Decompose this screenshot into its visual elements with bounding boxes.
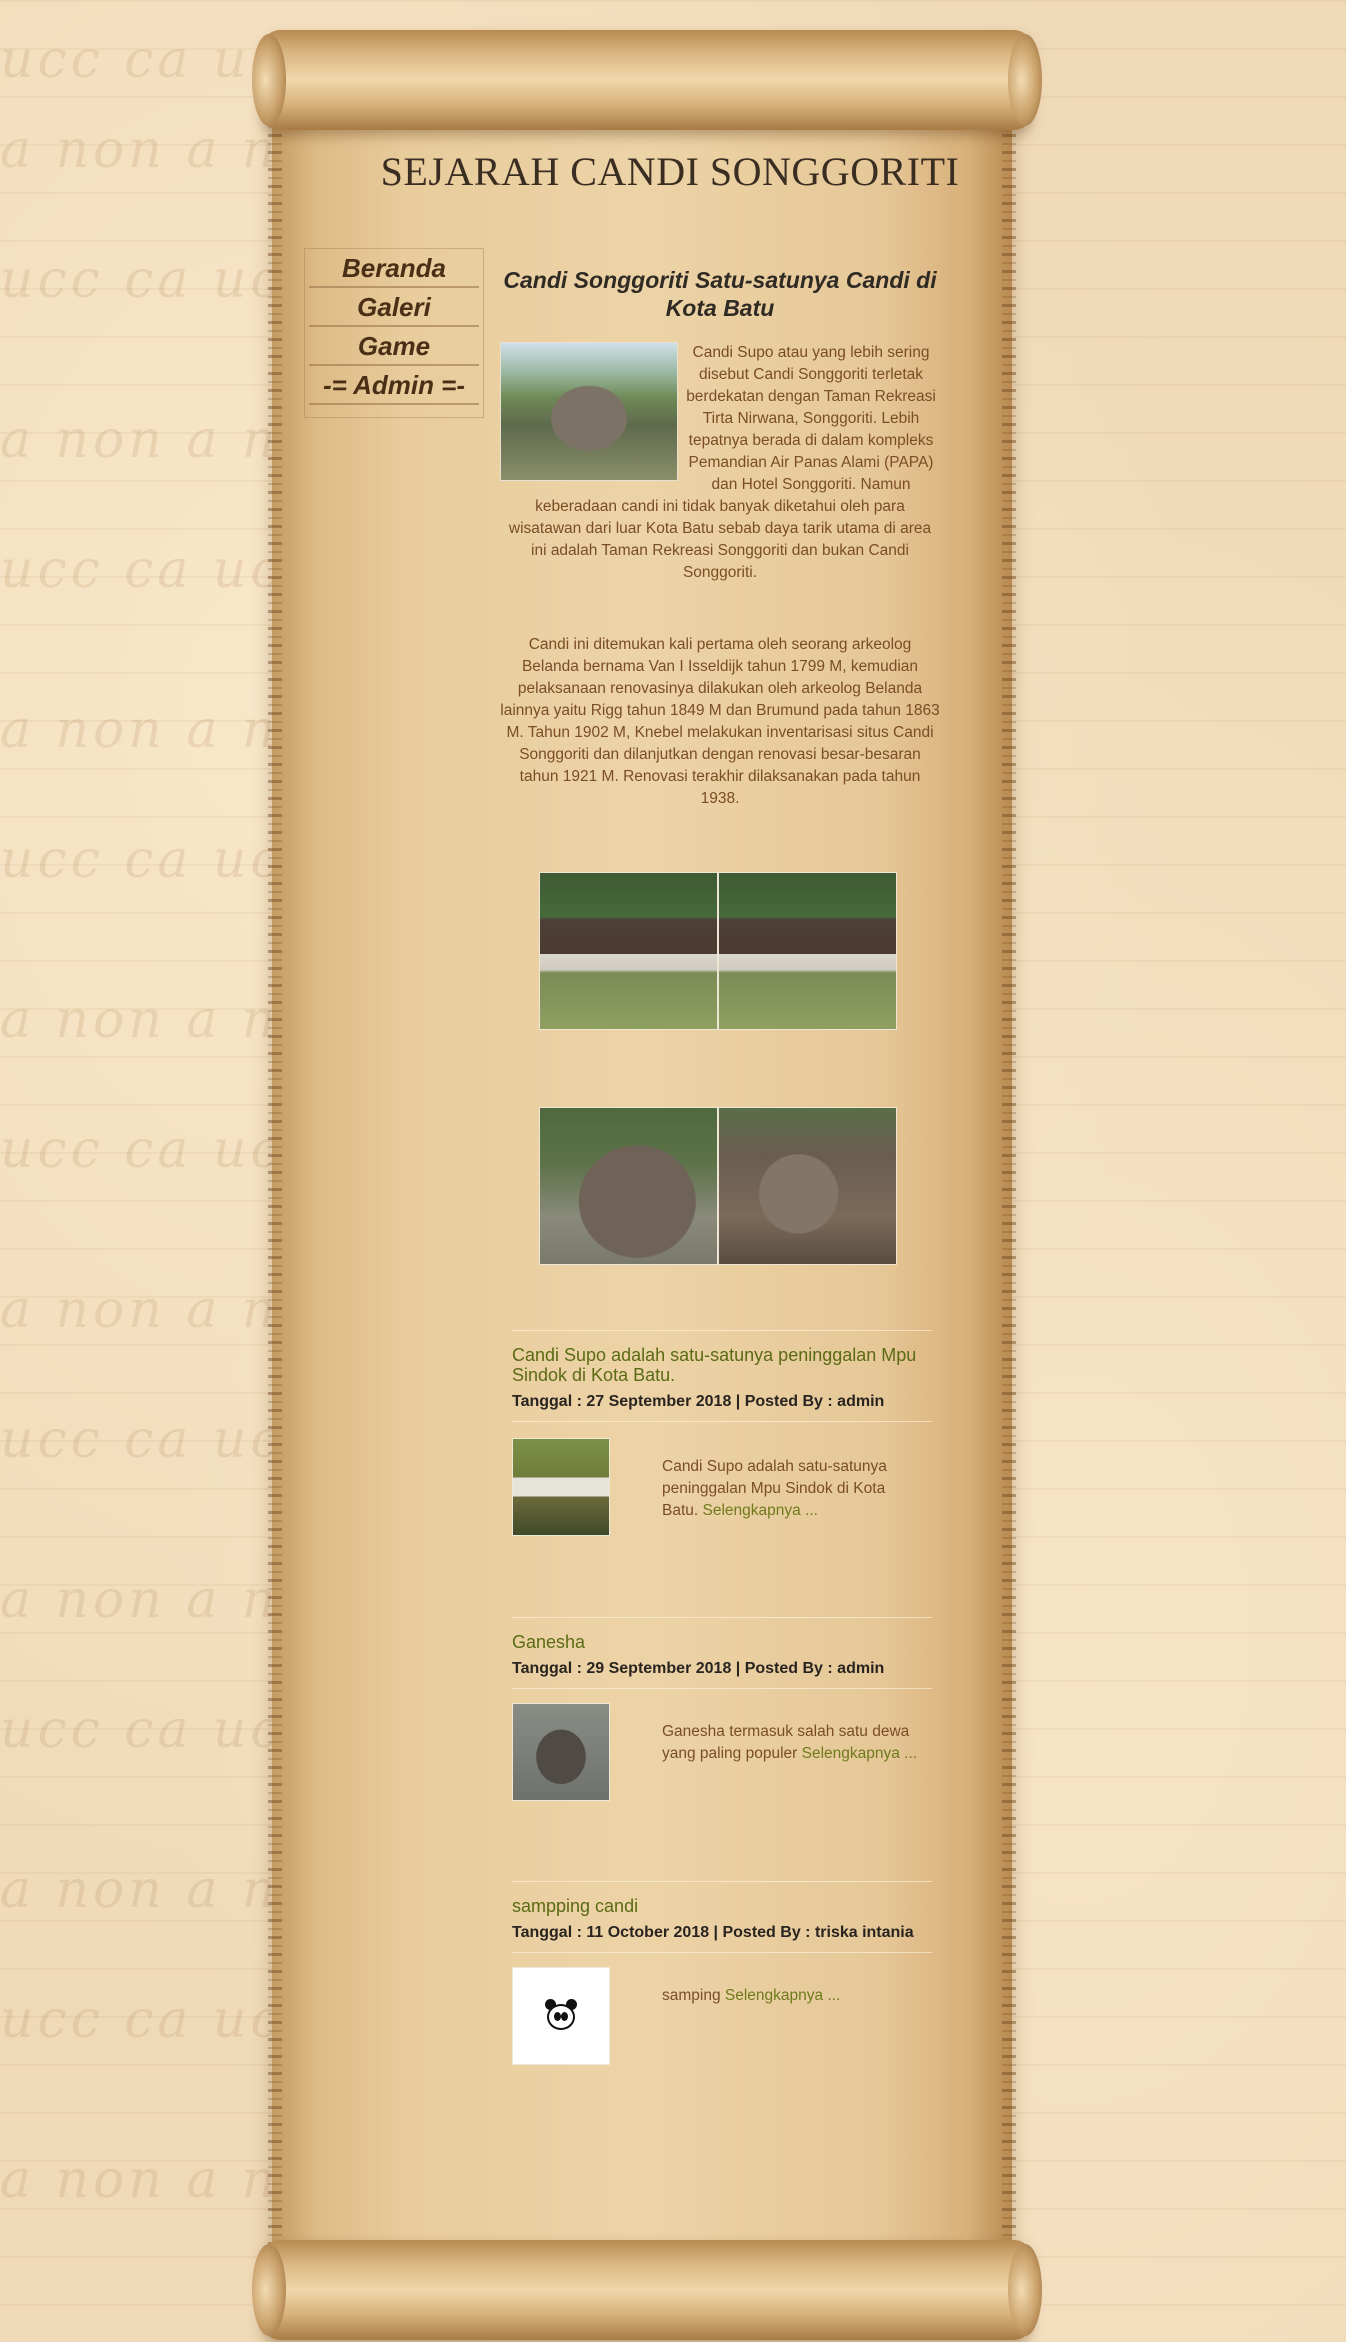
post-divider: [512, 1881, 932, 1882]
article-title: Candi Songgoriti Satu-satunya Candi di K…: [503, 267, 937, 321]
nav-beranda[interactable]: Beranda: [309, 249, 479, 288]
scroll-roll-end: [252, 2244, 286, 2336]
post-thumbnail[interactable]: [512, 1438, 610, 1536]
gallery-image[interactable]: [539, 872, 718, 1030]
post-item: sampping candi Tanggal : 11 October 2018…: [512, 1881, 932, 2065]
scroll-roll-end: [1008, 2244, 1042, 2336]
post-divider: [512, 1330, 932, 1331]
post-meta: Tanggal : 29 September 2018 | Posted By …: [512, 1660, 932, 1689]
scroll-roll-end: [252, 34, 286, 126]
post-meta: Tanggal : 11 October 2018 | Posted By : …: [512, 1924, 932, 1953]
article-paragraph-2: Candi ini ditemukan kali pertama oleh se…: [500, 636, 940, 807]
main-nav: Beranda Galeri Game -= Admin =-: [304, 248, 484, 418]
panda-icon: [544, 1999, 578, 2033]
post-excerpt: samping Selengkapnya ...: [662, 1985, 922, 2007]
gallery-image[interactable]: [718, 872, 897, 1030]
post-meta: Tanggal : 27 September 2018 | Posted By …: [512, 1393, 932, 1422]
read-more-link[interactable]: Selengkapnya ...: [703, 1502, 818, 1519]
post-excerpt: Candi Supo adalah satu-satunya peninggal…: [662, 1456, 922, 1522]
post-divider: [512, 1617, 932, 1618]
post-title-link[interactable]: sampping candi: [512, 1896, 932, 1916]
scroll-roll-end: [1008, 34, 1042, 126]
post-excerpt: Ganesha termasuk salah satu dewa yang pa…: [662, 1721, 922, 1765]
post-excerpt-text: samping: [662, 1987, 721, 2004]
main-article: Candi Songgoriti Satu-satunya Candi di K…: [500, 266, 940, 810]
nav-admin[interactable]: -= Admin =-: [309, 366, 479, 405]
post-thumbnail[interactable]: [512, 1967, 610, 2065]
post-item: Ganesha Tanggal : 29 September 2018 | Po…: [512, 1617, 932, 1801]
scroll-bottom-roll: [252, 2240, 1042, 2340]
nav-galeri[interactable]: Galeri: [309, 288, 479, 327]
read-more-link[interactable]: Selengkapnya ...: [802, 1745, 917, 1762]
post-title-link[interactable]: Candi Supo adalah satu-satunya peninggal…: [512, 1345, 932, 1385]
site-title: SEJARAH CANDI SONGGORITI: [380, 149, 960, 194]
post-thumbnail[interactable]: [512, 1703, 610, 1801]
article-image: [500, 342, 678, 481]
read-more-link[interactable]: Selengkapnya ...: [725, 1987, 840, 2004]
post-item: Candi Supo adalah satu-satunya peninggal…: [512, 1330, 932, 1536]
gallery-image[interactable]: [718, 1107, 897, 1265]
post-title-link[interactable]: Ganesha: [512, 1632, 932, 1652]
nav-game[interactable]: Game: [309, 327, 479, 366]
gallery-image[interactable]: [539, 1107, 718, 1265]
scroll-top-roll: [252, 30, 1042, 130]
